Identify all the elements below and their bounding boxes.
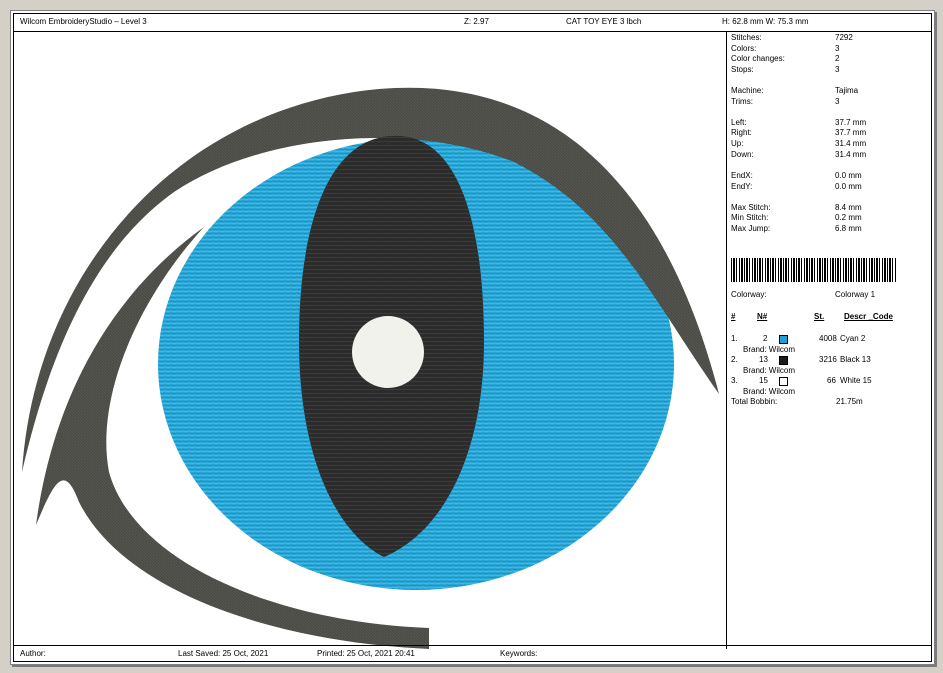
col-header-num: # xyxy=(731,312,736,321)
row1-stitches: 4008 xyxy=(819,334,837,343)
row3-descr: White 15 xyxy=(840,376,872,385)
row1-descr: Cyan 2 xyxy=(840,334,866,343)
print-preview-sheet: Wilcom EmbroideryStudio – Level 3 Z: 2.9… xyxy=(10,10,935,665)
right-value: 37.7 mm xyxy=(835,128,867,137)
report-footer: Author: Last Saved: 25 Oct, 2021 Printed… xyxy=(14,645,931,661)
up-value: 31.4 mm xyxy=(835,139,867,148)
min-stitch-label: Min Stitch: xyxy=(731,213,769,222)
trims-value: 3 xyxy=(835,97,840,106)
right-label: Right: xyxy=(731,128,752,137)
down-value: 31.4 mm xyxy=(835,150,867,159)
last-saved: Last Saved: 25 Oct, 2021 xyxy=(178,649,269,658)
row3-brand: Brand: Wilcom xyxy=(743,387,796,396)
stops-label: Stops: xyxy=(731,65,754,74)
max-stitch-value: 8.4 mm xyxy=(835,203,862,212)
col-header-descr: Descr _Code xyxy=(844,312,893,321)
stitches-value: 7292 xyxy=(835,33,853,42)
row3-n: 15 xyxy=(759,376,768,385)
row1-brand: Brand: Wilcom xyxy=(743,345,796,354)
row2-num: 2. xyxy=(731,355,738,364)
keywords-label: Keywords: xyxy=(500,649,538,658)
up-label: Up: xyxy=(731,139,744,148)
stitches-label: Stitches: xyxy=(731,33,762,42)
left-label: Left: xyxy=(731,118,747,127)
min-stitch-value: 0.2 mm xyxy=(835,213,862,222)
embroidery-design xyxy=(22,87,719,649)
printed-date: Printed: 25 Oct, 2021 20:41 xyxy=(317,649,415,658)
endx-label: EndX: xyxy=(731,171,753,180)
stitch-info-panel: Stitches: 7292 Colors: 3 Color changes: … xyxy=(727,32,931,649)
trims-label: Trims: xyxy=(731,97,753,106)
colorway-value: Colorway 1 xyxy=(835,290,876,299)
machine-value: Tajima xyxy=(835,86,859,95)
design-name: CAT TOY EYE 3 lbch xyxy=(566,17,642,26)
thread-swatch-cyan xyxy=(779,335,788,344)
stops-value: 3 xyxy=(835,65,840,74)
design-preview xyxy=(14,32,727,649)
max-jump-value: 6.8 mm xyxy=(835,224,862,233)
color-changes-value: 2 xyxy=(835,54,840,63)
endy-value: 0.0 mm xyxy=(835,182,862,191)
row2-brand: Brand: Wilcom xyxy=(743,366,796,375)
max-stitch-label: Max Stitch: xyxy=(731,203,771,212)
row1-num: 1. xyxy=(731,334,738,343)
colors-label: Colors: xyxy=(731,44,757,53)
thread-swatch-white xyxy=(779,377,788,386)
pupil-highlight xyxy=(352,316,424,388)
row3-stitches: 66 xyxy=(827,376,836,385)
barcode-image xyxy=(731,258,897,282)
left-value: 37.7 mm xyxy=(835,118,867,127)
color-changes-label: Color changes: xyxy=(731,54,785,63)
down-label: Down: xyxy=(731,150,754,159)
endy-label: EndY: xyxy=(731,182,753,191)
row2-descr: Black 13 xyxy=(840,355,871,364)
total-bobbin-value: 21.75m xyxy=(836,397,863,406)
design-dimensions: H: 62.8 mm W: 75.3 mm xyxy=(722,17,809,26)
report-header: Wilcom EmbroideryStudio – Level 3 Z: 2.9… xyxy=(14,14,931,32)
app-title: Wilcom EmbroideryStudio – Level 3 xyxy=(20,17,147,26)
col-header-n: N# xyxy=(757,312,768,321)
colorway-label: Colorway: xyxy=(731,290,767,299)
row2-n: 13 xyxy=(759,355,768,364)
author-label: Author: xyxy=(20,649,46,658)
total-bobbin-label: Total Bobbin: xyxy=(731,397,778,406)
row1-n: 2 xyxy=(763,334,768,343)
col-header-stitches: St. xyxy=(814,312,825,321)
colors-value: 3 xyxy=(835,44,840,53)
zoom-readout: Z: 2.97 xyxy=(464,17,489,26)
machine-label: Machine: xyxy=(731,86,764,95)
row3-num: 3. xyxy=(731,376,738,385)
thread-swatch-black xyxy=(779,356,788,365)
endx-value: 0.0 mm xyxy=(835,171,862,180)
report-frame: Wilcom EmbroideryStudio – Level 3 Z: 2.9… xyxy=(13,13,932,662)
row2-stitches: 3216 xyxy=(819,355,837,364)
max-jump-label: Max Jump: xyxy=(731,224,771,233)
